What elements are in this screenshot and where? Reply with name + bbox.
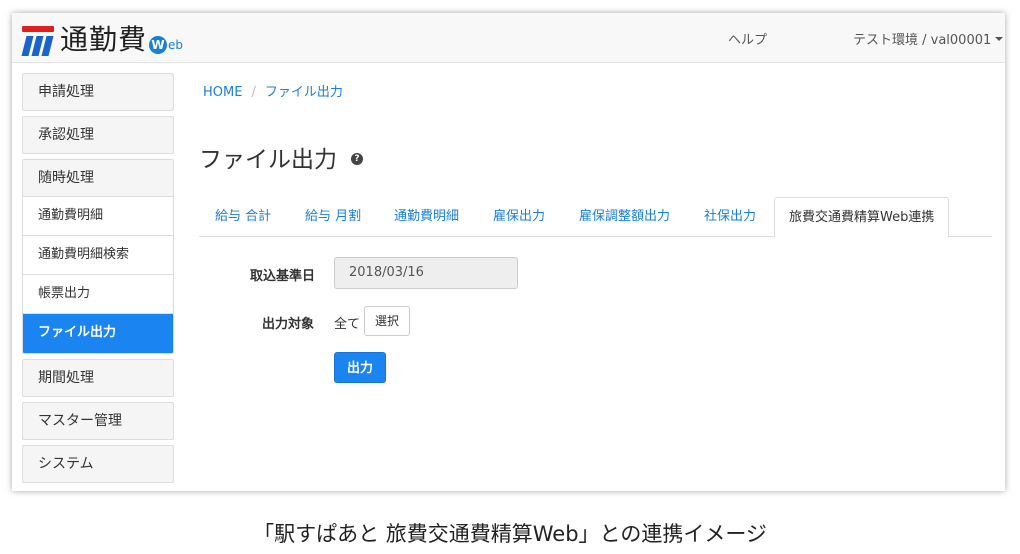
app-window: 通勤費 W eb ヘルプ テスト環境 / val00001 申請処理 承認処理 … [12,13,1005,491]
brand-logo[interactable]: 通勤費 W eb [20,20,183,56]
page-title: ファイル出力 ? [199,140,363,174]
tab-salary-total[interactable]: 給与 合計 [201,197,285,237]
tab-employment-insurance[interactable]: 雇保出力 [479,197,559,237]
user-menu-label: テスト環境 / val00001 [853,33,992,48]
sidebar-subitem-report-output[interactable]: 帳票出力 [23,275,173,314]
page-title-text: ファイル出力 [199,147,337,173]
select-button[interactable]: 選択 [364,306,410,336]
output-button[interactable]: 出力 [334,352,386,383]
sidebar-item-adhoc[interactable]: 随時処理 [23,160,173,197]
tab-travel-expense-web[interactable]: 旅費交通費精算Web連携 [774,197,950,238]
brand-title: 通勤費 [60,23,148,56]
caret-down-icon [995,36,1004,41]
breadcrumb-home[interactable]: HOME [203,85,242,100]
help-link[interactable]: ヘルプ [728,29,767,48]
tab-commute-detail[interactable]: 通勤費明細 [380,197,473,237]
base-date-input[interactable]: 2018/03/16 [334,257,518,289]
tab-salary-monthly[interactable]: 給与 月割 [291,197,375,237]
sidebar-item-system[interactable]: システム [22,445,174,483]
brand-web-badge: W eb [149,36,183,54]
sidebar-subitem-commute-detail[interactable]: 通勤費明細 [23,197,173,236]
sidebar-item-approve[interactable]: 承認処理 [22,116,174,154]
user-menu[interactable]: テスト環境 / val00001 [853,29,1004,48]
help-question-icon[interactable]: ? [351,153,363,165]
sidebar-group-adhoc: 随時処理 通勤費明細 通勤費明細検索 帳票出力 ファイル出力 [22,159,174,354]
sidebar-item-apply[interactable]: 申請処理 [22,73,174,111]
breadcrumb-separator: / [251,85,256,100]
tab-social-insurance[interactable]: 社保出力 [690,197,770,237]
breadcrumb-current[interactable]: ファイル出力 [265,85,343,100]
tab-bar: 給与 合計 給与 月割 通勤費明細 雇保出力 雇保調整額出力 社保出力 旅費交通… [199,197,992,238]
navbar: 通勤費 W eb ヘルプ テスト環境 / val00001 [12,13,1005,63]
brand-web-letter: W [149,36,168,54]
base-date-label: 取込基準日 [250,269,316,284]
sidebar-item-master[interactable]: マスター管理 [22,402,174,440]
tab-employment-adjustment[interactable]: 雇保調整額出力 [565,197,684,237]
target-value: 全て [334,317,361,332]
sidebar-item-period[interactable]: 期間処理 [22,359,174,397]
target-label: 出力対象 [262,317,315,332]
breadcrumb: HOME / ファイル出力 [203,81,343,100]
brand-mark-icon [20,26,56,56]
sidebar-subitem-file-output[interactable]: ファイル出力 [23,314,173,353]
brand-web-rest: eb [168,38,184,52]
sidebar-subitem-commute-search[interactable]: 通勤費明細検索 [23,236,173,275]
caption-text: 「駅すぱあと 旅費交通費精算Web」との連携イメージ [253,522,767,546]
sidebar: 申請処理 承認処理 随時処理 通勤費明細 通勤費明細検索 帳票出力 ファイル出力… [22,73,174,488]
